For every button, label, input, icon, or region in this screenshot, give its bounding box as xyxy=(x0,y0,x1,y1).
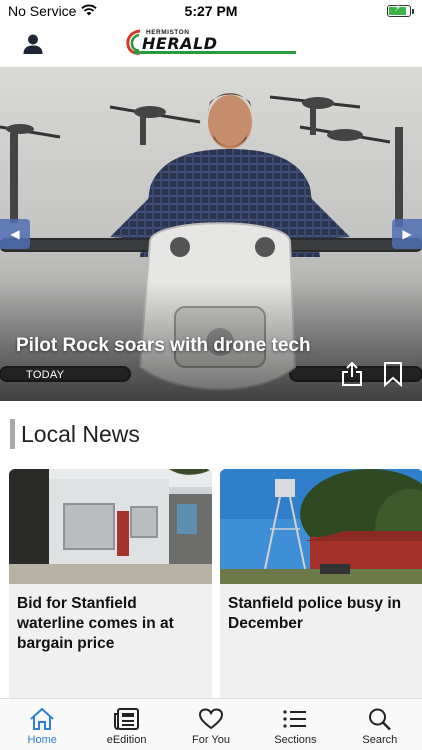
share-icon xyxy=(342,361,362,386)
list-icon xyxy=(281,706,309,732)
section-accent-bar xyxy=(10,419,15,449)
tab-eedition[interactable]: eEdition xyxy=(84,699,168,750)
chevron-left-icon: ◀ xyxy=(10,227,20,241)
status-left: No Service xyxy=(8,3,98,19)
story-card[interactable]: Stanfield police busy in December xyxy=(220,469,422,709)
tab-home[interactable]: Home xyxy=(0,699,84,750)
chevron-right-icon: ▶ xyxy=(402,227,412,241)
section-title: Local News xyxy=(21,420,140,447)
newspaper-icon xyxy=(113,706,141,732)
story-card[interactable]: Bid for Stanfield waterline comes in at … xyxy=(9,469,212,709)
search-icon xyxy=(366,706,394,732)
logo-underline xyxy=(134,51,296,54)
tab-label: eEdition xyxy=(106,734,147,746)
status-bar: No Service 5:27 PM ⚡ xyxy=(0,0,422,22)
share-button[interactable] xyxy=(340,361,364,387)
hero-carousel[interactable]: ◀ ▶ Pilot Rock soars with drone tech TOD… xyxy=(0,67,422,401)
charging-bolt-icon: ⚡ xyxy=(394,3,402,14)
app-header: HERMISTON HERALD xyxy=(0,22,422,66)
person-icon xyxy=(23,34,43,54)
tab-sections[interactable]: Sections xyxy=(253,699,337,750)
tab-search[interactable]: Search xyxy=(338,699,422,750)
story-image xyxy=(9,469,212,584)
clock: 5:27 PM xyxy=(184,3,238,19)
tab-for-you[interactable]: For You xyxy=(169,699,253,750)
story-title: Stanfield police busy in December xyxy=(228,595,402,632)
tab-bar: Home eEdition For You Sections Search xyxy=(0,698,422,750)
carousel-prev-button[interactable]: ◀ xyxy=(0,219,30,249)
tab-label: Sections xyxy=(274,734,317,746)
tab-label: Home xyxy=(27,734,57,746)
section-heading: Local News xyxy=(10,418,140,450)
bookmark-icon xyxy=(384,362,402,388)
carrier-label: No Service xyxy=(8,3,77,19)
story-title: Bid for Stanfield waterline comes in at … xyxy=(17,595,174,652)
profile-button[interactable] xyxy=(18,30,48,58)
bookmark-button[interactable] xyxy=(382,361,404,388)
tab-label: Search xyxy=(362,734,398,746)
tab-label: For You xyxy=(192,734,230,746)
wifi-icon xyxy=(81,3,98,19)
home-icon xyxy=(28,706,56,732)
heart-icon xyxy=(197,706,225,732)
carousel-next-button[interactable]: ▶ xyxy=(392,219,422,249)
hero-title[interactable]: Pilot Rock soars with drone tech xyxy=(16,335,311,357)
battery-icon: ⚡ xyxy=(387,3,414,17)
story-image xyxy=(220,469,422,584)
hero-date: TODAY xyxy=(26,369,65,381)
herald-logo[interactable]: HERMISTON HERALD xyxy=(126,28,298,62)
